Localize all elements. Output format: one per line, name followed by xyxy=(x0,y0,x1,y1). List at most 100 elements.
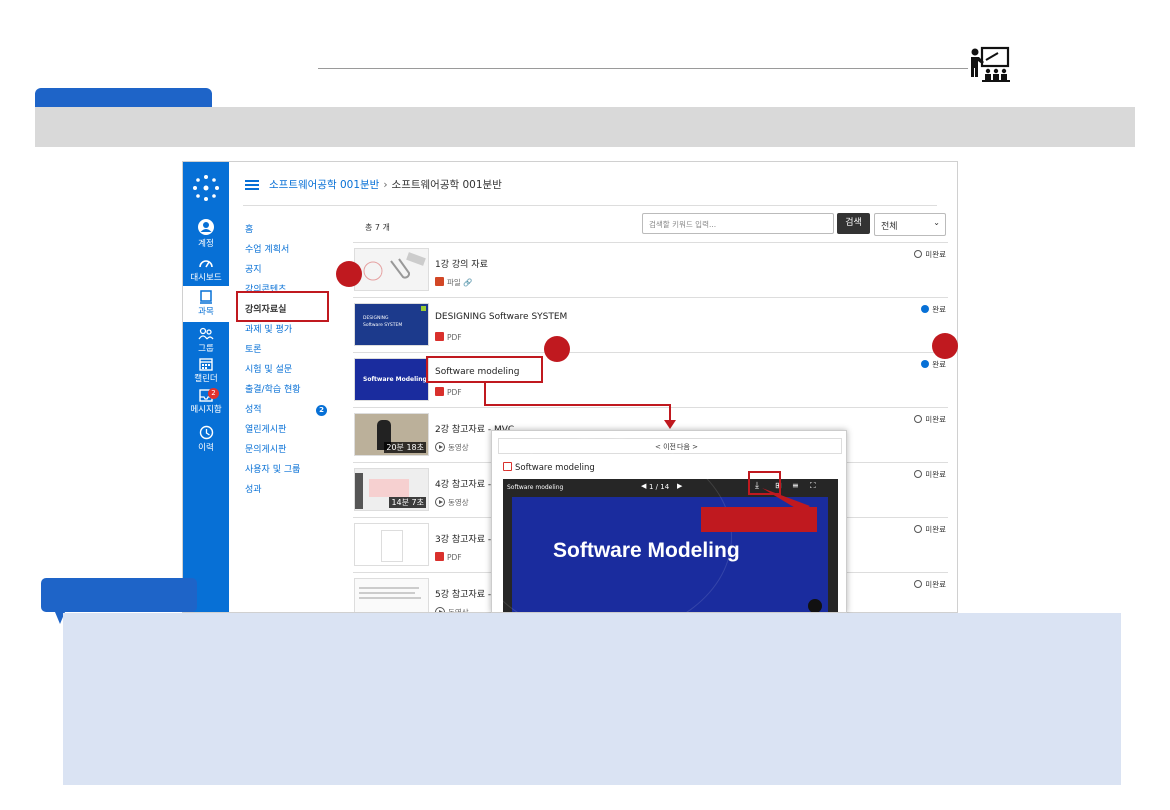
course-nav-discussions[interactable]: 토론 xyxy=(245,340,355,360)
item-type-label: PDF xyxy=(447,388,462,397)
inbox-unread-badge: 2 xyxy=(208,388,219,399)
search-button[interactable]: 검색 xyxy=(837,213,870,234)
item-title[interactable]: 5강 참고자료 - xyxy=(435,587,491,600)
thumb-slide-line1: DESIGNING xyxy=(363,316,389,321)
search-input[interactable]: 검색할 키워드 입력... xyxy=(642,213,834,234)
global-nav: 계정 대시보드 과목 그룹 캘린더 2 메시지함 이력 xyxy=(183,162,229,613)
courses-icon xyxy=(199,290,213,304)
status-label: 미완료 xyxy=(925,580,946,589)
nav-dashboard-label: 대시보드 xyxy=(190,273,221,283)
nav-courses-label: 과목 xyxy=(198,307,214,317)
filter-select[interactable]: 전체 ⌄ xyxy=(874,213,946,236)
status-label: 미완료 xyxy=(925,250,946,259)
item-thumbnail xyxy=(354,248,429,291)
item-thumbnail: 20분 18초 xyxy=(354,413,429,456)
check-circle-icon xyxy=(921,360,929,368)
highlight-box-materials-menu xyxy=(236,291,329,322)
course-nav-qna-board[interactable]: 문의게시판 xyxy=(245,440,355,460)
list-item[interactable]: DESIGNING Software SYSTEM DESIGNING Soft… xyxy=(353,297,948,352)
play-icon xyxy=(435,497,445,507)
breadcrumb-course-link[interactable]: 소프트웨어공학 001분반 xyxy=(269,179,379,191)
nav-account[interactable]: 계정 xyxy=(183,218,229,249)
calendar-icon xyxy=(199,357,213,371)
note-box xyxy=(63,613,1121,785)
highlight-box-item-title xyxy=(426,356,543,383)
slide-title: Software Modeling xyxy=(553,539,740,563)
nav-history[interactable]: 이력 xyxy=(183,425,229,453)
item-type: PDF xyxy=(435,387,462,397)
groups-icon xyxy=(198,327,214,341)
incomplete-icon xyxy=(914,415,922,423)
status-complete: 완료 xyxy=(921,304,946,315)
chevron-down-icon: ⌄ xyxy=(933,218,940,227)
history-icon xyxy=(199,425,214,440)
status-incomplete: 미완료 xyxy=(914,524,946,535)
teacher-icon xyxy=(968,46,1012,82)
connector-line xyxy=(484,404,671,406)
status-incomplete: 미완료 xyxy=(914,414,946,425)
title-rule xyxy=(318,68,968,69)
status-complete: 완료 xyxy=(921,359,946,370)
nav-groups[interactable]: 그룹 xyxy=(183,327,229,354)
grades-count-badge: 2 xyxy=(316,405,327,416)
nav-calendar[interactable]: 캘린더 xyxy=(183,357,229,384)
item-title[interactable]: DESIGNING Software SYSTEM xyxy=(435,312,567,322)
course-header: 소프트웨어공학 001분반›소프트웨어공학 001분반 xyxy=(243,174,937,206)
attachment-icon: 🔗 xyxy=(463,278,472,287)
list-item[interactable]: 1강 강의 자료 파일 🔗 미완료 xyxy=(353,242,948,297)
nav-courses[interactable]: 과목 xyxy=(183,286,229,322)
item-type-label: 동영상 xyxy=(448,498,469,507)
course-nav-syllabus[interactable]: 수업 계획서 xyxy=(245,240,355,260)
filter-select-value: 전체 xyxy=(881,222,898,232)
course-nav-grades-label: 성적 xyxy=(245,405,262,415)
item-thumbnail: Software Modeling xyxy=(354,358,429,401)
item-type: 파일 🔗 xyxy=(435,277,473,288)
item-type: PDF xyxy=(435,552,462,562)
video-duration: 20분 18초 xyxy=(384,442,426,453)
nav-dashboard[interactable]: 대시보드 xyxy=(183,256,229,283)
note-label-pill xyxy=(41,578,197,612)
canvas-logo-icon[interactable] xyxy=(192,174,220,202)
hamburger-menu-icon[interactable] xyxy=(245,180,259,190)
item-thumbnail xyxy=(354,523,429,566)
item-thumbnail xyxy=(354,578,429,613)
thumb-slide-line2: Software SYSTEM xyxy=(363,323,402,328)
item-type: 동영상 xyxy=(435,442,469,453)
course-nav-home[interactable]: 홈 xyxy=(245,220,355,240)
nav-history-label: 이력 xyxy=(198,443,214,453)
item-type-label: 파일 xyxy=(447,278,461,287)
item-title[interactable]: 3강 참고자료 - xyxy=(435,532,491,545)
item-thumbnail: DESIGNING Software SYSTEM xyxy=(354,303,429,346)
list-total-count: 총 7 개 xyxy=(365,222,390,233)
item-type-label: PDF xyxy=(447,553,462,562)
incomplete-icon xyxy=(914,250,922,258)
breadcrumb-separator: › xyxy=(383,179,387,191)
course-nav-open-board[interactable]: 열린게시판 xyxy=(245,420,355,440)
pdf-icon xyxy=(435,332,444,341)
check-circle-icon xyxy=(921,305,929,313)
nav-inbox[interactable]: 2 메시지함 xyxy=(183,388,229,415)
course-nav-attendance[interactable]: 출결/학습 현황 xyxy=(245,380,355,400)
step-marker-1 xyxy=(336,261,362,287)
item-type-label: 동영상 xyxy=(448,443,469,452)
preview-next-button[interactable]: 다음 > xyxy=(677,442,698,452)
thumb-slide-title: Software Modeling xyxy=(363,376,427,383)
status-label: 미완료 xyxy=(925,415,946,424)
item-type: PDF xyxy=(435,332,462,342)
course-nav-quizzes[interactable]: 시험 및 설문 xyxy=(245,360,355,380)
arrow-down-icon xyxy=(664,420,676,429)
item-title[interactable]: 4강 참고자료 - xyxy=(435,477,491,490)
breadcrumb: 소프트웨어공학 001분반›소프트웨어공학 001분반 xyxy=(269,177,502,192)
course-nav-assignments[interactable]: 과제 및 평가 xyxy=(245,320,355,340)
item-title[interactable]: 1강 강의 자료 xyxy=(435,257,488,270)
pause-icon[interactable] xyxy=(808,599,822,613)
status-incomplete: 미완료 xyxy=(914,579,946,590)
pdf-icon xyxy=(435,387,444,396)
course-nav-outcomes[interactable]: 성과 xyxy=(245,480,355,500)
course-nav-people[interactable]: 사용자 및 그룹 xyxy=(245,460,355,480)
incomplete-icon xyxy=(914,525,922,533)
step-marker-2 xyxy=(544,336,570,362)
incomplete-icon xyxy=(914,470,922,478)
connector-line xyxy=(484,383,486,406)
course-nav-grades[interactable]: 성적 2 xyxy=(245,400,355,420)
